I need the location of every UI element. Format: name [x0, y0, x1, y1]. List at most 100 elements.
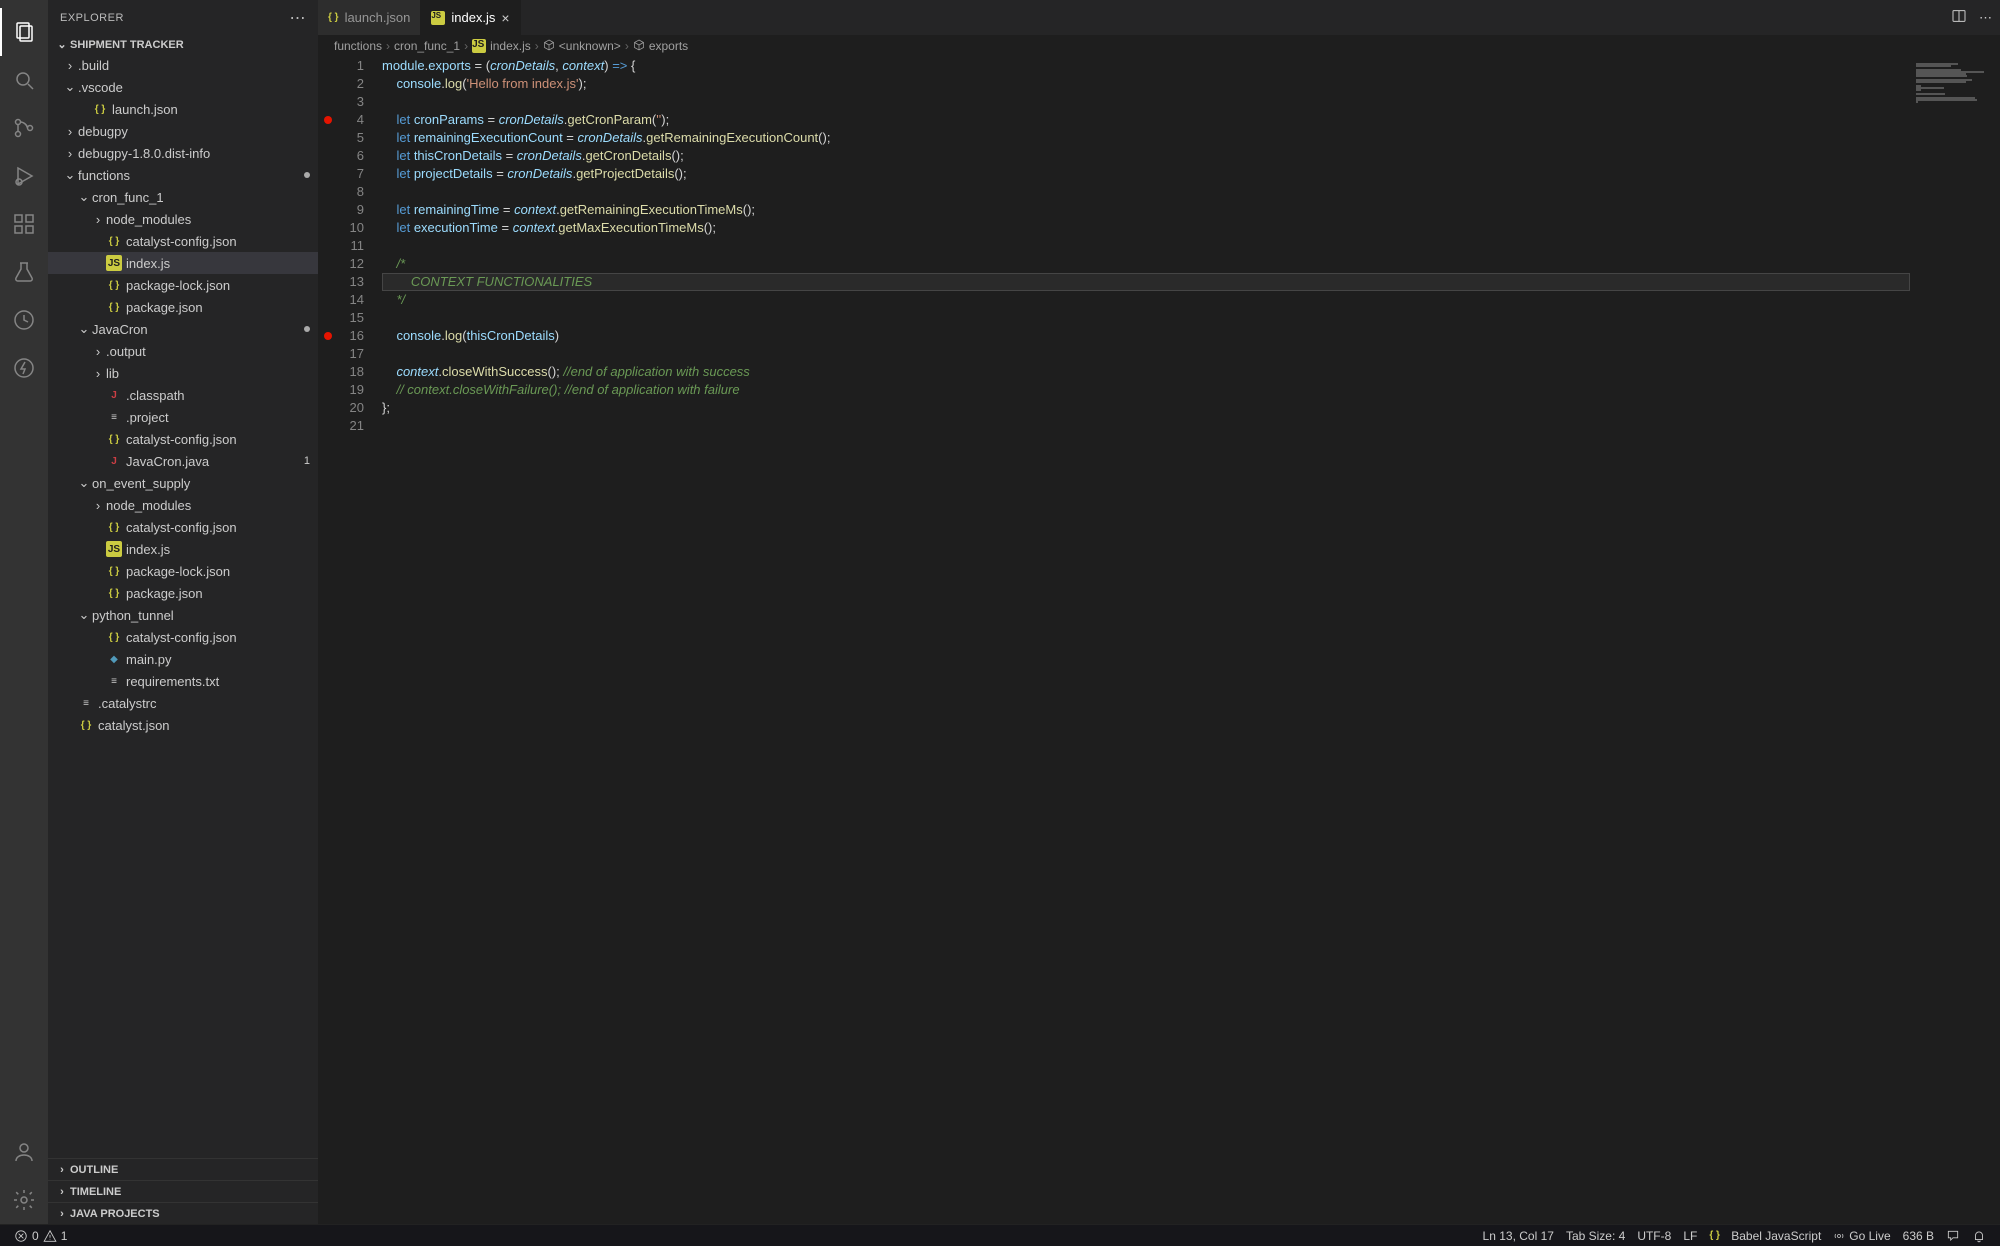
tree-label: catalyst-config.json [126, 630, 310, 645]
minimap[interactable] [1910, 57, 2000, 1224]
close-icon[interactable]: × [501, 10, 509, 26]
encoding-label: UTF-8 [1637, 1229, 1671, 1243]
history-icon[interactable] [0, 296, 48, 344]
tree-label: launch.json [112, 102, 310, 117]
folder-item[interactable]: ›node_modules [48, 494, 318, 516]
search-icon[interactable] [0, 56, 48, 104]
file-item[interactable]: ≡.project [48, 406, 318, 428]
tree-label: package.json [126, 300, 310, 315]
folder-item[interactable]: ›debugpy-1.8.0.dist-info [48, 142, 318, 164]
chevron-down-icon: ⌄ [62, 79, 78, 95]
status-tabsize[interactable]: Tab Size: 4 [1560, 1225, 1631, 1246]
split-editor-icon[interactable] [1951, 8, 1967, 27]
folder-item[interactable]: ⌄cron_func_1 [48, 186, 318, 208]
folder-item[interactable]: ›.output [48, 340, 318, 362]
chevron-down-icon: ⌄ [76, 607, 92, 623]
breakpoint-icon[interactable] [324, 332, 332, 340]
status-golive[interactable]: Go Live [1827, 1225, 1896, 1246]
source-control-icon[interactable] [0, 104, 48, 152]
tab-bar: { }launch.jsonJSindex.js× ⋯ [318, 0, 2000, 35]
tree-label: package-lock.json [126, 278, 310, 293]
debug-icon[interactable] [0, 152, 48, 200]
breadcrumb-segment[interactable]: <unknown> [559, 39, 621, 53]
explorer-icon[interactable] [0, 8, 48, 56]
file-item[interactable]: { }package.json [48, 296, 318, 318]
tab-label: launch.json [345, 10, 411, 25]
file-item[interactable]: { }catalyst-config.json [48, 626, 318, 648]
timeline-panel[interactable]: ›TIMELINE [48, 1180, 318, 1202]
editor-tab[interactable]: { }launch.json [318, 0, 421, 35]
file-item[interactable]: { }catalyst-config.json [48, 428, 318, 450]
folder-item[interactable]: ›lib [48, 362, 318, 384]
file-item[interactable]: JSindex.js [48, 252, 318, 274]
sidebar-more-icon[interactable]: ⋯ [290, 8, 307, 28]
folder-item[interactable]: ›node_modules [48, 208, 318, 230]
folder-item[interactable]: ⌄JavaCron [48, 318, 318, 340]
file-item[interactable]: { }catalyst-config.json [48, 516, 318, 538]
chevron-right-icon: › [62, 146, 78, 161]
status-cursor[interactable]: Ln 13, Col 17 [1477, 1225, 1560, 1246]
extensions-icon[interactable] [0, 200, 48, 248]
testing-icon[interactable] [0, 248, 48, 296]
warning-count: 1 [61, 1229, 68, 1243]
status-encoding[interactable]: UTF-8 [1631, 1225, 1677, 1246]
workspace-root[interactable]: ⌄ SHIPMENT TRACKER [48, 35, 318, 54]
file-item[interactable]: { }package-lock.json [48, 560, 318, 582]
outline-label: OUTLINE [70, 1164, 118, 1176]
chevron-right-icon: › [90, 344, 106, 359]
filesize-label: 636 B [1903, 1229, 1934, 1243]
status-feedback-icon[interactable] [1940, 1225, 1966, 1246]
file-item[interactable]: J.classpath [48, 384, 318, 406]
file-item[interactable]: ◆main.py [48, 648, 318, 670]
chevron-down-icon: ⌄ [54, 38, 70, 51]
file-item[interactable]: JSindex.js [48, 538, 318, 560]
status-bell-icon[interactable] [1966, 1225, 1992, 1246]
chevron-right-icon: › [54, 1208, 70, 1220]
breadcrumb[interactable]: functions›cron_func_1›JSindex.js›<unknow… [318, 35, 2000, 57]
file-item[interactable]: ≡.catalystrc [48, 692, 318, 714]
file-item[interactable]: { }package.json [48, 582, 318, 604]
file-item[interactable]: JJavaCron.java1 [48, 450, 318, 472]
file-item[interactable]: { }catalyst.json [48, 714, 318, 736]
tree-label: .vscode [78, 80, 310, 95]
folder-item[interactable]: ⌄python_tunnel [48, 604, 318, 626]
breadcrumb-segment[interactable]: cron_func_1 [394, 39, 460, 53]
thunder-icon[interactable] [0, 344, 48, 392]
code-editor[interactable]: 123456789101112131415161718192021 module… [318, 57, 2000, 1224]
more-actions-icon[interactable]: ⋯ [1979, 10, 1992, 26]
tree-label: node_modules [106, 212, 310, 227]
status-filesize[interactable]: 636 B [1897, 1225, 1940, 1246]
breadcrumb-segment[interactable]: functions [334, 39, 382, 53]
accounts-icon[interactable] [0, 1128, 48, 1176]
file-item[interactable]: ≡requirements.txt [48, 670, 318, 692]
java-projects-panel[interactable]: ›JAVA PROJECTS [48, 1202, 318, 1224]
file-item[interactable]: { }catalyst-config.json [48, 230, 318, 252]
breadcrumb-segment[interactable]: index.js [490, 39, 531, 53]
settings-icon[interactable] [0, 1176, 48, 1224]
tree-label: catalyst.json [98, 718, 310, 733]
tree-label: index.js [126, 542, 310, 557]
folder-item[interactable]: ⌄on_event_supply [48, 472, 318, 494]
folder-item[interactable]: ⌄.vscode [48, 76, 318, 98]
modified-dot-icon [304, 326, 310, 332]
status-language[interactable]: { } Babel JavaScript [1703, 1225, 1827, 1246]
folder-item[interactable]: ›debugpy [48, 120, 318, 142]
folder-item[interactable]: ⌄functions [48, 164, 318, 186]
status-eol[interactable]: LF [1677, 1225, 1703, 1246]
error-count: 0 [32, 1229, 39, 1243]
chevron-right-icon: › [62, 58, 78, 73]
tree-label: debugpy-1.8.0.dist-info [78, 146, 310, 161]
file-item[interactable]: { }launch.json [48, 98, 318, 120]
code-content[interactable]: module.exports = (cronDetails, context) … [382, 57, 1910, 1224]
breakpoint-icon[interactable] [324, 116, 332, 124]
status-errors[interactable]: 0 1 [8, 1225, 73, 1246]
outline-panel[interactable]: ›OUTLINE [48, 1158, 318, 1180]
cursor-position: Ln 13, Col 17 [1483, 1229, 1554, 1243]
breadcrumb-segment[interactable]: exports [649, 39, 688, 53]
tree-label: debugpy [78, 124, 310, 139]
folder-item[interactable]: ›.build [48, 54, 318, 76]
golive-label: Go Live [1849, 1229, 1890, 1243]
editor-tab[interactable]: JSindex.js× [421, 0, 520, 35]
file-item[interactable]: { }package-lock.json [48, 274, 318, 296]
chevron-right-icon: › [90, 212, 106, 227]
